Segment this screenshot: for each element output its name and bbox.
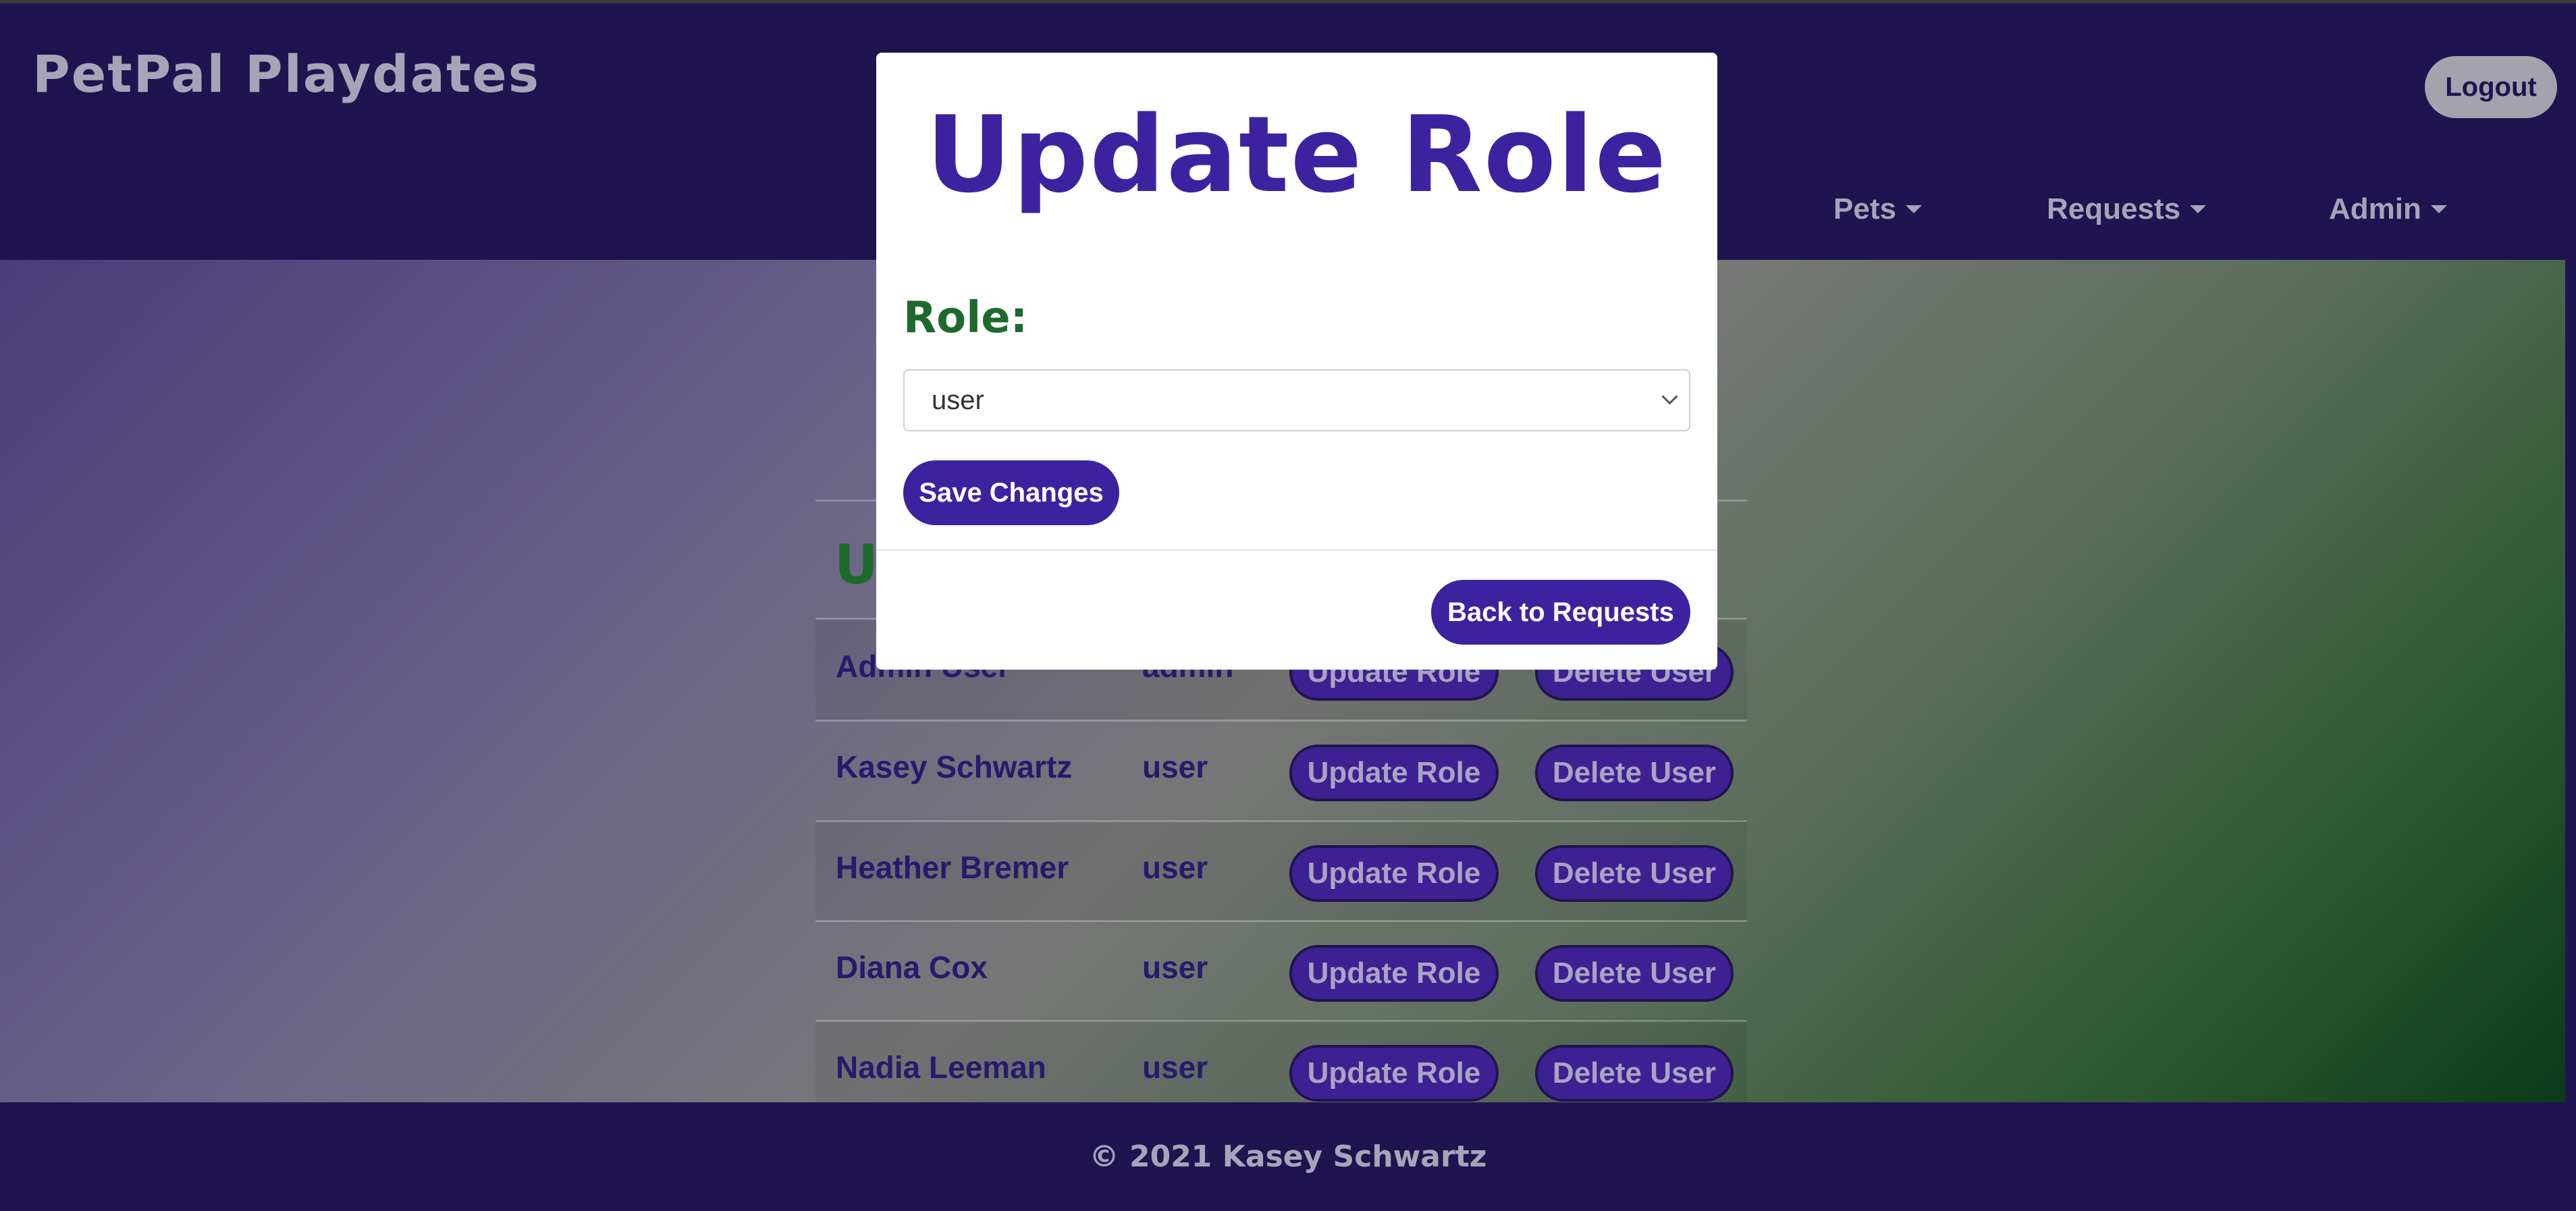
modal-title: Update Role bbox=[925, 93, 1668, 216]
save-changes-button[interactable]: Save Changes bbox=[903, 460, 1119, 525]
nav-pets-label: Pets bbox=[1833, 192, 1896, 225]
caret-down-icon bbox=[2430, 205, 2447, 213]
delete-user-button[interactable]: Delete User bbox=[1535, 745, 1734, 801]
nav-requests[interactable]: Requests bbox=[2047, 192, 2207, 226]
user-name: Heather Bremer bbox=[836, 850, 1069, 885]
chevron-down-icon bbox=[1661, 388, 1678, 405]
update-role-button[interactable]: Update Role bbox=[1289, 745, 1499, 801]
brand-logo[interactable]: PetPal Playdates bbox=[32, 44, 540, 104]
user-role: user bbox=[1142, 1050, 1208, 1085]
role-label: Role: bbox=[903, 293, 1028, 343]
delete-user-button[interactable]: Delete User bbox=[1535, 1045, 1734, 1102]
site-footer: © 2021 Kasey Schwartz bbox=[0, 1102, 2576, 1211]
back-to-requests-button[interactable]: Back to Requests bbox=[1431, 580, 1690, 645]
nav-admin-label: Admin bbox=[2329, 192, 2421, 225]
copyright-text: © 2021 Kasey Schwartz bbox=[1089, 1139, 1487, 1174]
update-role-button[interactable]: Update Role bbox=[1289, 1045, 1499, 1102]
user-role: user bbox=[1142, 950, 1208, 985]
table-row: Diana Cox user Update Role Delete User bbox=[815, 921, 1747, 1021]
nav-pets[interactable]: Pets bbox=[1833, 192, 1922, 226]
update-role-modal: Update Role Role: user Save Changes Back… bbox=[876, 53, 1717, 670]
delete-user-button[interactable]: Delete User bbox=[1535, 945, 1734, 1002]
delete-user-button[interactable]: Delete User bbox=[1535, 845, 1734, 902]
modal-footer-divider bbox=[876, 549, 1717, 551]
table-row: Nadia Leeman user Update Role Delete Use… bbox=[815, 1021, 1747, 1102]
caret-down-icon bbox=[1905, 205, 1922, 213]
role-select[interactable]: user bbox=[903, 369, 1690, 431]
nav-requests-label: Requests bbox=[2047, 192, 2181, 225]
update-role-button[interactable]: Update Role bbox=[1289, 945, 1499, 1002]
user-role: user bbox=[1142, 749, 1208, 784]
user-name: Diana Cox bbox=[836, 950, 988, 985]
logout-button[interactable]: Logout bbox=[2425, 56, 2557, 118]
role-select-value: user bbox=[932, 385, 984, 415]
table-row: Kasey Schwartz user Update Role Delete U… bbox=[815, 720, 1747, 820]
right-edge-strip bbox=[2565, 260, 2576, 1102]
nav-admin[interactable]: Admin bbox=[2329, 192, 2447, 226]
user-role: user bbox=[1142, 850, 1208, 885]
table-row: Heather Bremer user Update Role Delete U… bbox=[815, 821, 1747, 921]
update-role-button[interactable]: Update Role bbox=[1289, 845, 1499, 902]
user-name: Kasey Schwartz bbox=[836, 749, 1073, 784]
caret-down-icon bbox=[2190, 205, 2207, 213]
user-name: Nadia Leeman bbox=[836, 1050, 1046, 1085]
